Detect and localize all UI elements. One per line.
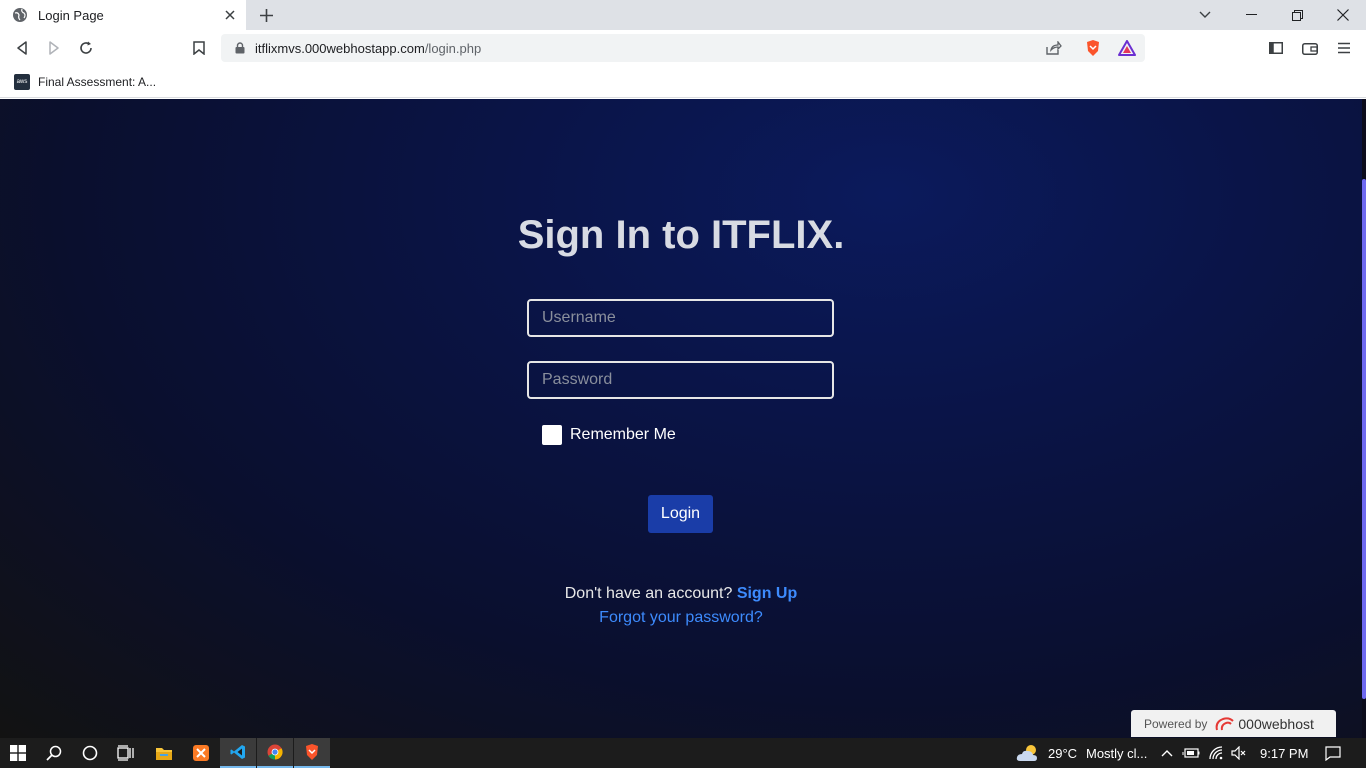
menu-icon[interactable] [1330, 34, 1358, 62]
wifi-icon[interactable] [1208, 744, 1226, 762]
url-host: itflixmvs.000webhostapp.com [255, 40, 425, 56]
xampp-icon[interactable] [183, 738, 219, 768]
file-explorer-icon[interactable] [146, 738, 182, 768]
browser-tab[interactable]: Login Page [0, 0, 246, 30]
tab-close-icon[interactable] [216, 1, 244, 29]
tab-search-chevron-icon[interactable] [1182, 0, 1228, 30]
password-input[interactable] [527, 361, 834, 399]
powered-by-badge[interactable]: Powered by 000webhost [1131, 710, 1336, 737]
forgot-password-link[interactable]: Forgot your password? [0, 609, 1362, 627]
volume-muted-icon[interactable] [1230, 744, 1248, 762]
url-path: /login.php [424, 40, 482, 56]
cortana-icon[interactable] [72, 738, 108, 768]
share-icon[interactable] [1043, 38, 1065, 58]
forward-button[interactable] [40, 34, 68, 62]
aws-icon: aws [14, 74, 30, 90]
windows-start-icon[interactable] [0, 738, 36, 768]
brave-shields-icon[interactable] [1082, 38, 1104, 58]
notifications-icon[interactable] [1324, 744, 1342, 762]
signup-prompt: Don't have an account? Sign Up [0, 585, 1362, 603]
no-account-text: Don't have an account? [564, 585, 737, 602]
scroll-thumb[interactable] [1362, 179, 1366, 699]
windows-taskbar: 29°C Mostly cl... 9:17 PM [0, 738, 1366, 768]
battery-icon[interactable] [1182, 744, 1200, 762]
new-tab-button[interactable] [254, 3, 278, 27]
000webhost-logo-icon [1213, 716, 1235, 732]
remember-me-label: Remember Me [570, 426, 676, 443]
vscode-icon[interactable] [220, 738, 256, 768]
page-scrollbar[interactable] [1362, 99, 1366, 738]
sidebar-icon[interactable] [1262, 34, 1290, 62]
brave-browser-icon[interactable] [294, 738, 330, 768]
login-page: Sign In to ITFLIX. Remember Me Login Don… [0, 99, 1366, 738]
remember-me-checkbox[interactable] [542, 425, 562, 445]
chevron-up-icon[interactable] [1158, 744, 1176, 762]
minimize-button[interactable] [1228, 0, 1274, 30]
bookmark-label: Final Assessment: A... [38, 75, 157, 89]
back-button[interactable] [8, 34, 36, 62]
clock[interactable]: 9:17 PM [1260, 746, 1308, 761]
wallet-icon[interactable] [1296, 34, 1324, 62]
weather-desc[interactable]: Mostly cl... [1086, 746, 1147, 761]
bookmark-icon[interactable] [185, 34, 213, 62]
lock-icon[interactable] [233, 42, 247, 54]
chrome-icon[interactable] [257, 738, 293, 768]
signup-link[interactable]: Sign Up [737, 585, 797, 602]
tab-title: Login Page [38, 7, 104, 23]
login-button[interactable]: Login [648, 495, 713, 533]
bookmarks-bar: aws Final Assessment: A... [0, 66, 1366, 98]
task-view-icon[interactable] [108, 738, 144, 768]
reload-button[interactable] [72, 34, 100, 62]
weather-cloud-icon[interactable] [1016, 744, 1042, 762]
powered-by-text: Powered by [1144, 716, 1208, 731]
globe-icon [12, 7, 28, 23]
brave-rewards-icon[interactable] [1116, 38, 1138, 58]
weather-temp[interactable]: 29°C [1048, 746, 1077, 761]
tab-strip: Login Page [0, 0, 1366, 30]
page-title: Sign In to ITFLIX. [517, 213, 845, 257]
remember-me: Remember Me [542, 425, 676, 445]
address-bar[interactable]: itflixmvs.000webhostapp.com/login.php [221, 34, 1145, 62]
bookmark-item[interactable]: aws Final Assessment: A... [14, 72, 156, 92]
username-input[interactable] [527, 299, 834, 337]
restore-button[interactable] [1274, 0, 1320, 30]
powered-by-brand: 000webhost [1238, 715, 1314, 732]
search-icon[interactable] [36, 738, 72, 768]
close-window-button[interactable] [1320, 0, 1366, 30]
